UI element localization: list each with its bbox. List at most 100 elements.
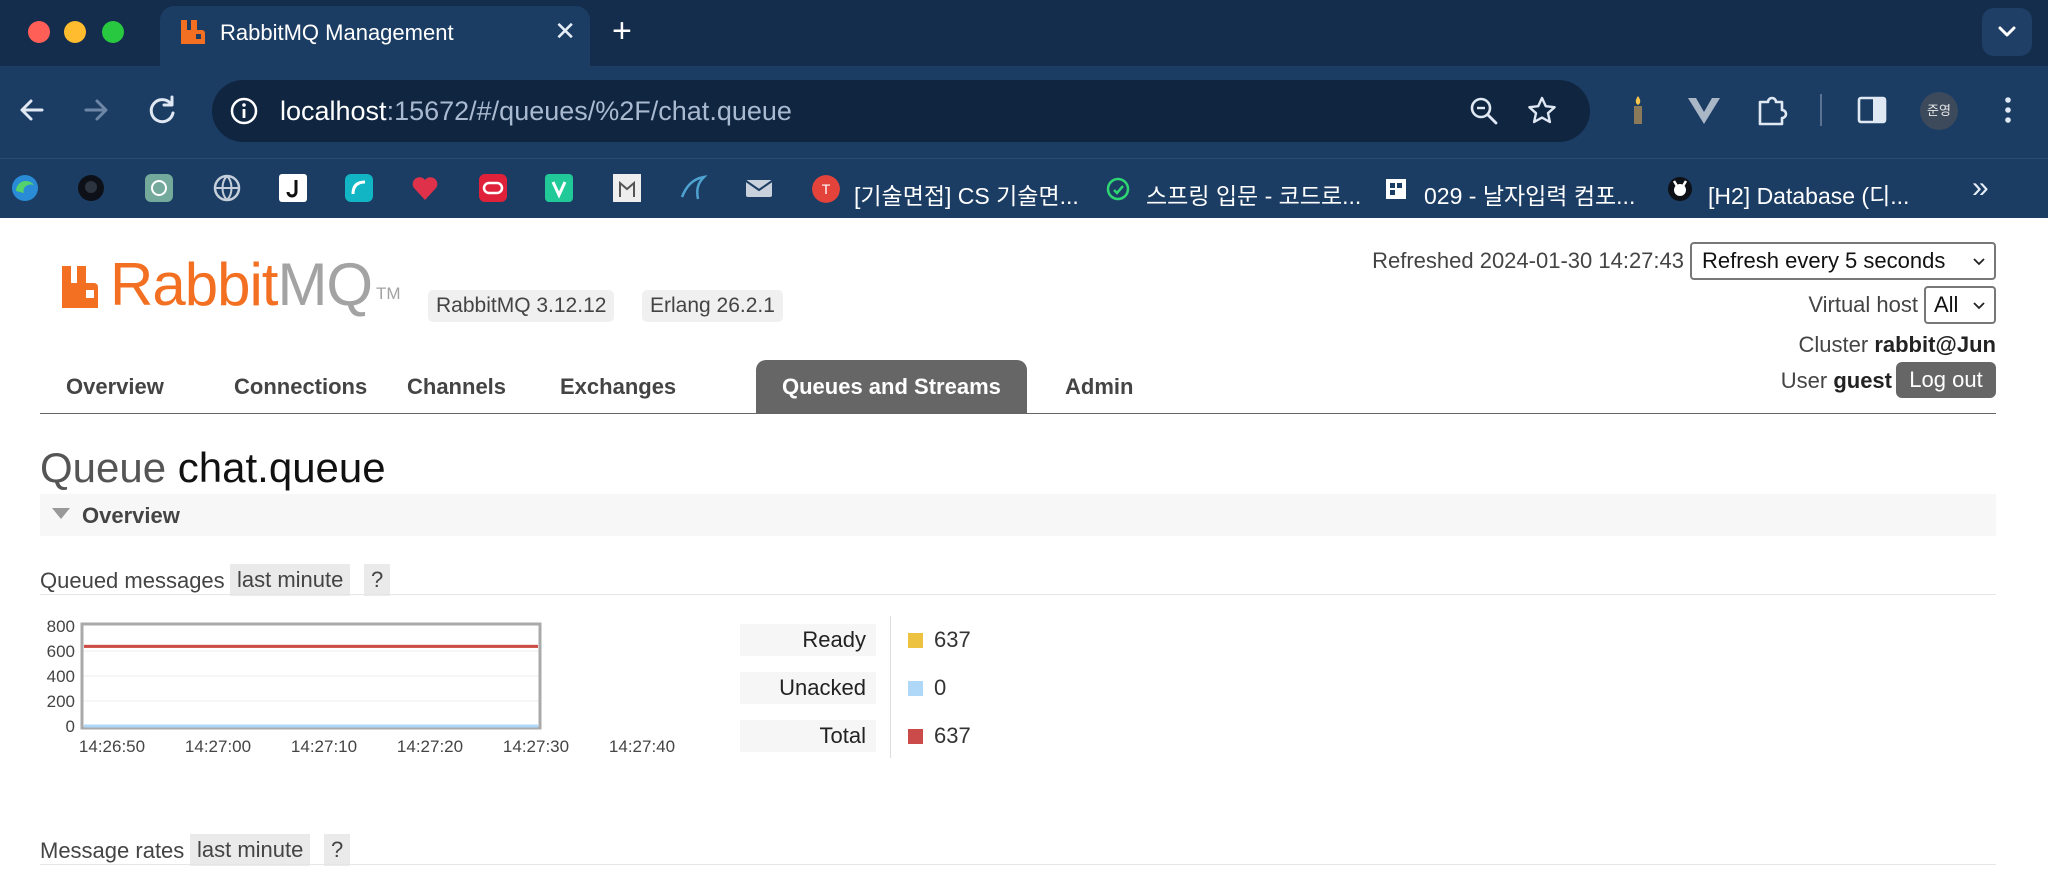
page-title: Queue chat.queue xyxy=(40,444,386,492)
extension-candle-icon[interactable] xyxy=(1618,90,1658,130)
tab-admin[interactable]: Admin xyxy=(1039,360,1159,414)
url-text[interactable]: localhost:15672/#/queues/%2F/chat.queue xyxy=(280,96,792,127)
rates-help-button[interactable]: ? xyxy=(324,834,351,866)
velog-bookmark-icon[interactable] xyxy=(544,173,574,203)
more-bookmarks-chevron-icon[interactable]: » xyxy=(1972,173,1989,203)
browser-tab-active[interactable]: RabbitMQ Management ✕ xyxy=(160,6,590,66)
edge-bookmark-icon[interactable] xyxy=(10,173,40,203)
rabbitmq-logo-icon xyxy=(62,266,98,308)
y-tick-label: 200 xyxy=(47,692,75,711)
url-host: localhost xyxy=(280,96,387,126)
section-divider xyxy=(40,864,1996,865)
queued-messages-heading: Queued messages last minute ? xyxy=(40,564,400,596)
new-tab-button[interactable]: + xyxy=(612,12,632,50)
mysql-bookmark-icon[interactable] xyxy=(678,173,708,203)
chevron-down-icon xyxy=(1973,258,1985,266)
y-tick-label: 600 xyxy=(47,642,75,661)
extensions-puzzle-icon[interactable] xyxy=(1752,90,1792,130)
bookmark-label: 스프링 입문 - 코드로... xyxy=(1146,183,1362,209)
notion-red-icon: T xyxy=(812,175,840,203)
tab-channels[interactable]: Channels xyxy=(381,360,532,414)
cluster-info: Cluster rabbit@Jun xyxy=(1799,332,1997,358)
github-bookmark-icon[interactable] xyxy=(76,173,106,203)
rabbitmq-favicon-icon xyxy=(181,20,205,44)
virtual-host-label: Virtual host xyxy=(1808,292,1918,317)
bookmark-label: [H2] Database (디... xyxy=(1708,183,1910,209)
back-button[interactable] xyxy=(12,90,52,130)
browser-tab-bar: RabbitMQ Management ✕ + xyxy=(0,0,2048,66)
range-selector[interactable]: last minute xyxy=(230,564,351,596)
rabbitmq-version-badge: RabbitMQ 3.12.12 xyxy=(428,290,615,322)
tab-overview[interactable]: Overview xyxy=(40,360,190,414)
x-tick-label: 14:27:40 xyxy=(609,737,675,756)
toolbar-divider xyxy=(1820,94,1822,126)
bookmark-label: [기술면접] CS 기술면... xyxy=(854,183,1079,209)
side-panel-icon[interactable] xyxy=(1852,90,1892,130)
rabbitmq-page: RabbitMQ TM RabbitMQ 3.12.12 Erlang 26.2… xyxy=(0,218,2048,872)
github-icon xyxy=(1668,177,1692,201)
url-path: :15672/#/queues/%2F/chat.queue xyxy=(386,96,792,126)
virtual-host-value: All xyxy=(1934,292,1959,317)
legend-label-ready: Ready xyxy=(740,624,876,656)
extension-vuejs-icon[interactable] xyxy=(1684,90,1724,130)
chatgpt-bookmark-icon[interactable] xyxy=(144,173,174,203)
overview-section-toggle[interactable]: Overview xyxy=(40,494,1996,536)
refresh-interval-value: Refresh every 5 seconds xyxy=(1702,248,1946,273)
profile-avatar[interactable]: 준영 xyxy=(1920,92,1958,130)
legend-label-unacked: Unacked xyxy=(740,672,876,704)
queued-messages-label: Queued messages xyxy=(40,568,225,593)
close-window-button[interactable] xyxy=(28,21,50,43)
svg-text:T: T xyxy=(822,181,831,197)
cursor-bookmark-icon[interactable] xyxy=(344,173,374,203)
bookmark-label: 029 - 날자입력 컴포... xyxy=(1424,183,1636,209)
rates-range-selector[interactable]: last minute xyxy=(190,834,311,866)
code-heart-bookmark-icon[interactable] xyxy=(410,173,440,203)
zoom-window-button[interactable] xyxy=(102,21,124,43)
logo-mq-text: MQ xyxy=(277,251,373,318)
legend-divider xyxy=(890,616,891,758)
minimize-window-button[interactable] xyxy=(64,21,86,43)
help-button[interactable]: ? xyxy=(364,564,391,596)
address-bar[interactable]: localhost:15672/#/queues/%2F/chat.queue xyxy=(212,80,1590,142)
y-tick-label: 0 xyxy=(66,717,75,736)
x-tick-label: 14:27:10 xyxy=(291,737,357,756)
more-menu-icon[interactable] xyxy=(1988,90,2028,130)
collapse-triangle-icon xyxy=(52,508,70,519)
section-divider xyxy=(40,594,1996,595)
cluster-label: Cluster xyxy=(1798,332,1869,357)
logo-wordmark: RabbitMQ xyxy=(110,250,373,319)
x-tick-label: 14:27:20 xyxy=(397,737,463,756)
tab-connections[interactable]: Connections xyxy=(208,360,393,414)
globe-bookmark-icon[interactable] xyxy=(212,173,242,203)
bookmarks-bar: T [기술면접] CS 기술면... 스프링 입문 - 코드로... 029 -… xyxy=(0,158,2048,218)
forward-button[interactable] xyxy=(76,90,116,130)
queue-name: chat.queue xyxy=(177,444,386,491)
oracle-bookmark-icon[interactable] xyxy=(478,173,508,203)
tab-exchanges[interactable]: Exchanges xyxy=(534,360,702,414)
bookmark-star-icon[interactable] xyxy=(1526,95,1558,127)
tab-title: RabbitMQ Management xyxy=(220,20,454,45)
site-info-icon[interactable] xyxy=(228,95,260,127)
message-rates-label: Message rates xyxy=(40,838,185,863)
tab-queues-and-streams[interactable]: Queues and Streams xyxy=(756,360,1027,414)
main-nav-tabs: Overview Connections Channels Exchanges … xyxy=(40,360,1996,414)
inflearn-icon xyxy=(1106,177,1130,201)
logo-rabbit-text: Rabbit xyxy=(110,251,278,318)
refresh-interval-select[interactable]: Refresh every 5 seconds xyxy=(1690,242,1996,280)
j-bookmark-icon[interactable] xyxy=(278,173,308,203)
chevron-down-icon xyxy=(1973,302,1985,310)
legend-value-unacked: 0 xyxy=(934,675,947,700)
tab-search-button[interactable] xyxy=(1982,8,2032,56)
close-tab-icon[interactable]: ✕ xyxy=(554,16,576,46)
tomcat-bookmark-icon[interactable] xyxy=(612,173,642,203)
legend-value-ready: 637 xyxy=(934,627,971,652)
reload-button[interactable] xyxy=(142,90,182,130)
legend-swatch-ready xyxy=(908,633,923,648)
refreshed-timestamp: Refreshed 2024-01-30 14:27:43 xyxy=(1372,248,1684,273)
x-tick-label: 14:26:50 xyxy=(79,737,145,756)
section-title: Overview xyxy=(82,503,180,528)
mail-bookmark-icon[interactable] xyxy=(744,173,774,203)
zoom-icon[interactable] xyxy=(1468,95,1500,127)
legend-label-total: Total xyxy=(740,720,876,752)
virtual-host-select[interactable]: All xyxy=(1924,286,1996,324)
